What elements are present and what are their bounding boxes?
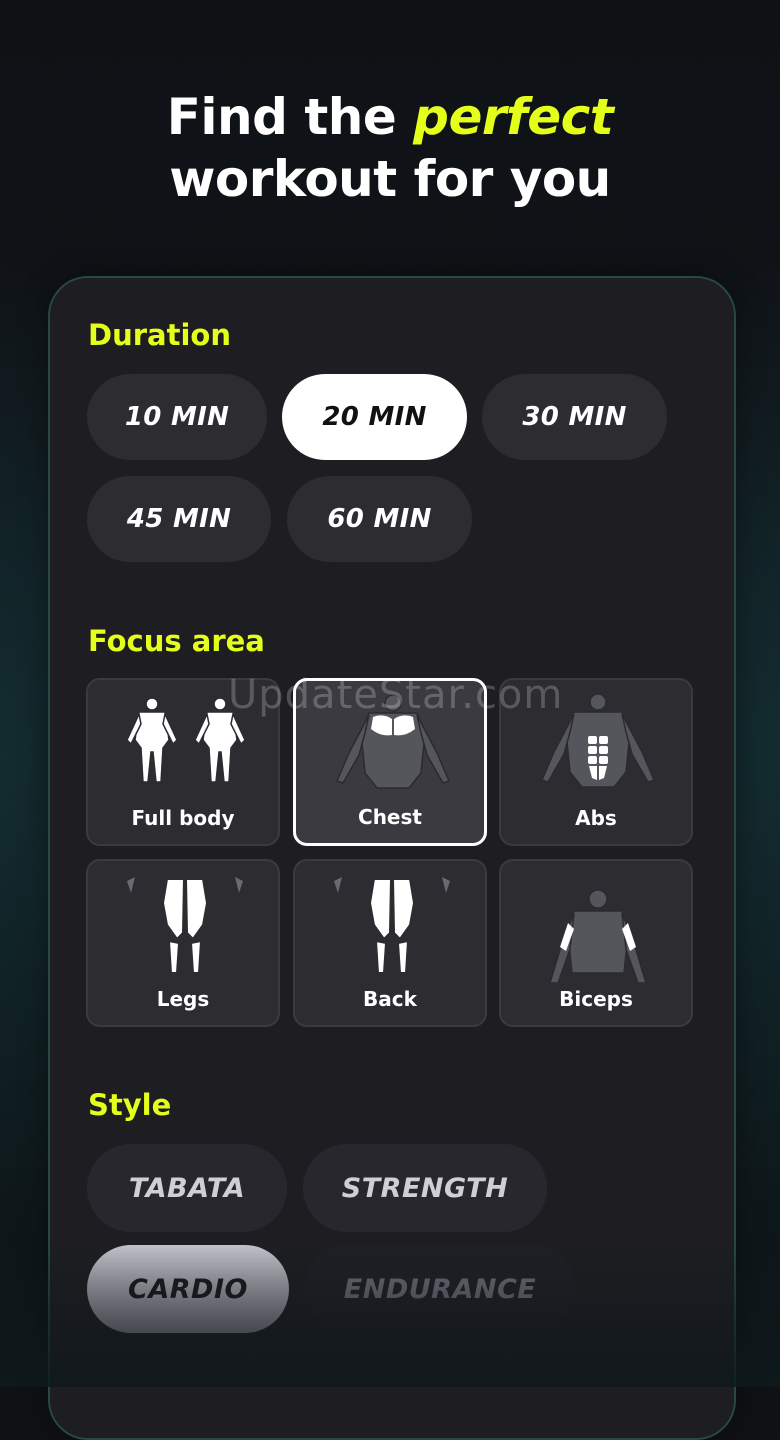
focus-full-body-tile[interactable]: Full body bbox=[86, 678, 280, 846]
chest-icon bbox=[335, 694, 451, 789]
duration-60-min-button[interactable]: 60 MIN bbox=[287, 476, 472, 562]
abs-icon bbox=[540, 693, 656, 788]
focus-area-title: Focus area bbox=[88, 624, 265, 658]
headline-accent: perfect bbox=[413, 88, 614, 146]
style-cardio-button[interactable]: CARDIO bbox=[87, 1245, 289, 1333]
focus-abs-tile[interactable]: Abs bbox=[499, 678, 693, 846]
style-strength-button[interactable]: STRENGTH bbox=[303, 1144, 547, 1232]
focus-legs-label: Legs bbox=[156, 987, 210, 1011]
page-headline: Find the perfect workout for you bbox=[0, 86, 780, 210]
headline-line-1: Find the perfect bbox=[166, 88, 614, 146]
focus-back-tile[interactable]: Back bbox=[293, 859, 487, 1027]
duration-45-min-button[interactable]: 45 MIN bbox=[87, 476, 271, 562]
focus-biceps-label: Biceps bbox=[559, 987, 633, 1011]
legs-icon bbox=[127, 877, 243, 974]
style-tabata-button[interactable]: TABATA bbox=[87, 1144, 287, 1232]
duration-20-min-button[interactable]: 20 MIN bbox=[282, 374, 467, 460]
duration-title: Duration bbox=[88, 318, 231, 352]
duration-30-min-button[interactable]: 30 MIN bbox=[482, 374, 667, 460]
style-title: Style bbox=[88, 1088, 172, 1122]
back-icon bbox=[334, 877, 450, 974]
focus-chest-label: Chest bbox=[358, 805, 422, 829]
headline-line-2: workout for you bbox=[169, 150, 611, 208]
focus-legs-tile[interactable]: Legs bbox=[86, 859, 280, 1027]
focus-back-label: Back bbox=[363, 987, 417, 1011]
full-body-icon bbox=[126, 697, 246, 783]
biceps-icon bbox=[549, 889, 647, 983]
duration-10-min-button[interactable]: 10 MIN bbox=[87, 374, 267, 460]
focus-biceps-tile[interactable]: Biceps bbox=[499, 859, 693, 1027]
focus-full-body-label: Full body bbox=[131, 806, 235, 830]
focus-abs-label: Abs bbox=[575, 806, 617, 830]
focus-chest-tile[interactable]: Chest bbox=[293, 678, 487, 846]
style-endurance-button[interactable]: ENDURANCE bbox=[304, 1245, 576, 1333]
